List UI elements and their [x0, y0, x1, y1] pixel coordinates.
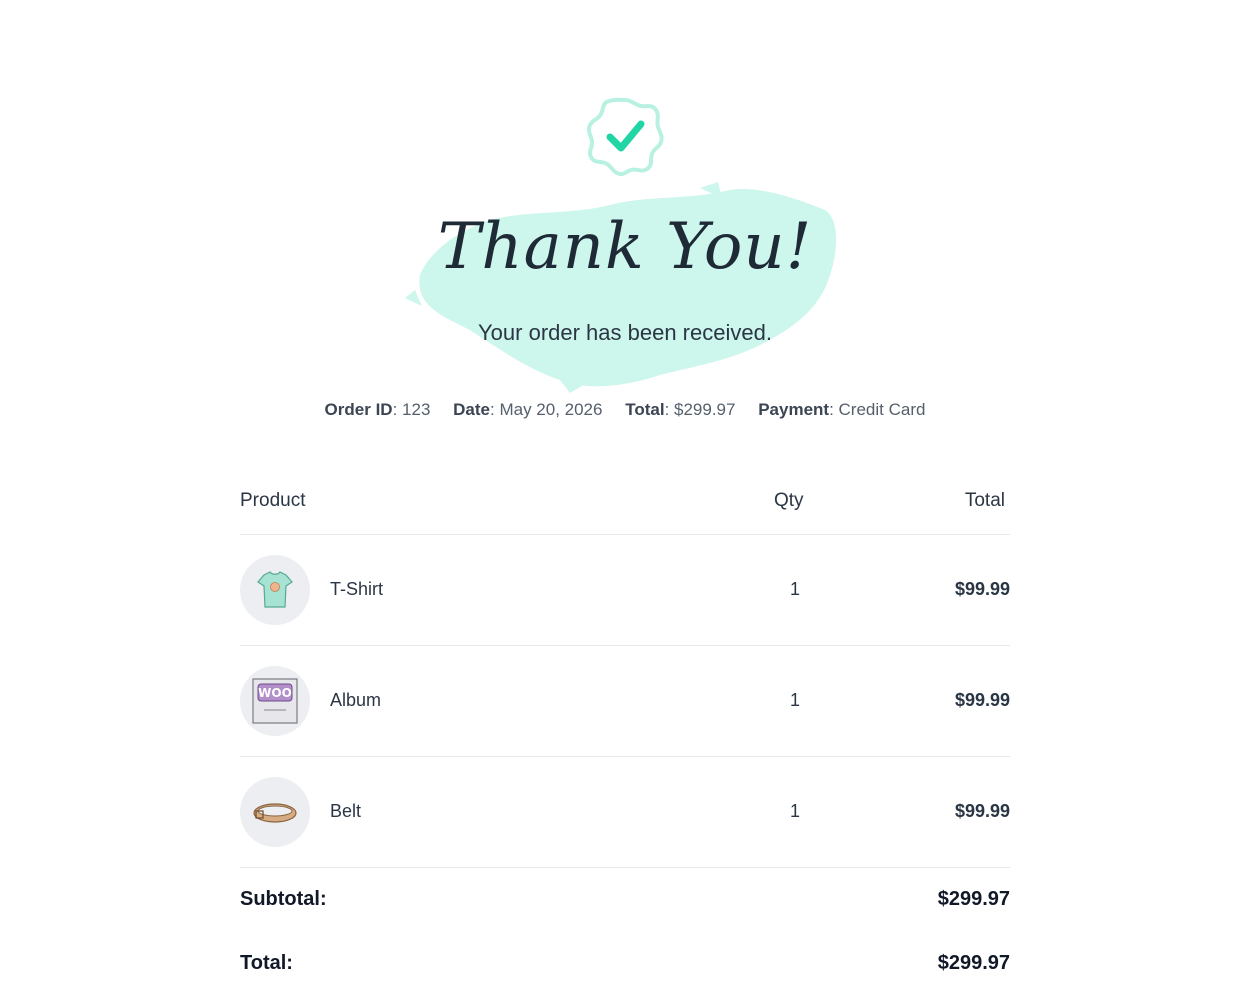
meta-total: Total: $299.97 — [625, 400, 736, 419]
album-icon: WOO — [240, 666, 310, 736]
product-name: Belt — [330, 801, 362, 821]
total-value: $299.97 — [937, 952, 1010, 974]
subtotal-value: $299.97 — [937, 888, 1010, 910]
meta-payment: Payment: Credit Card — [758, 400, 926, 419]
order-items-table: Product Qty Total T-Shirt 1 $99.99 WOO A… — [240, 470, 1010, 996]
check-badge-icon — [585, 96, 665, 177]
product-qty: 1 — [790, 690, 801, 710]
table-row: Belt 1 $99.99 — [240, 757, 1010, 868]
product-qty: 1 — [790, 579, 801, 599]
total-row: Total: $299.97 — [240, 932, 1010, 996]
product-total: $99.99 — [954, 579, 1010, 599]
product-name: Album — [330, 690, 382, 710]
thank-you-hero: Thank You! Your order has been received. — [400, 180, 850, 395]
thank-you-title: Thank You! — [437, 210, 813, 284]
total-label: Total: — [240, 952, 293, 974]
meta-order-id: Order ID: 123 — [324, 400, 431, 419]
product-name: T-Shirt — [330, 579, 384, 599]
product-total: $99.99 — [954, 801, 1010, 821]
product-qty: 1 — [790, 801, 801, 821]
svg-text:WOO: WOO — [258, 686, 292, 700]
belt-icon — [240, 777, 310, 847]
order-received-subtitle: Your order has been received. — [478, 320, 772, 345]
subtotal-label: Subtotal: — [240, 888, 327, 910]
table-row: WOO Album 1 $99.99 — [240, 646, 1010, 757]
meta-date: Date: May 20, 2026 — [453, 400, 603, 419]
column-header-total: Total — [964, 490, 1005, 511]
order-meta-bar: Order ID: 123 Date: May 20, 2026 Total: … — [0, 400, 1250, 420]
column-header-qty: Qty — [774, 490, 804, 511]
product-total: $99.99 — [954, 690, 1010, 710]
table-row: T-Shirt 1 $99.99 — [240, 535, 1010, 646]
subtotal-row: Subtotal: $299.97 — [240, 868, 1010, 932]
order-confirmation-page: Thank You! Your order has been received.… — [0, 0, 1250, 974]
table-header: Product Qty Total — [240, 470, 1010, 535]
tshirt-icon — [240, 555, 310, 625]
column-header-product: Product — [240, 490, 306, 511]
